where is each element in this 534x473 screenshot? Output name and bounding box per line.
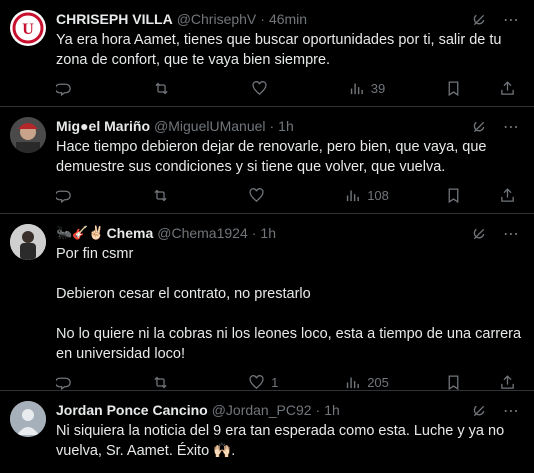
tweet[interactable]: Jordan Ponce Cancino @Jordan_PC92 · 1h ⋯… [0,391,534,473]
grok-icon[interactable] [470,225,488,243]
separator-dot: · [260,11,265,27]
timestamp[interactable]: 1h [324,402,340,418]
views-count: 39 [370,80,386,96]
bookmark-icon [445,374,462,391]
timestamp[interactable]: 1h [278,118,294,134]
avatar[interactable] [10,401,46,437]
bookmark-icon [445,80,462,97]
grok-icon[interactable] [470,402,488,420]
avatar[interactable] [10,224,46,260]
share-icon [499,187,516,204]
like-count: 1 [271,374,279,390]
bookmark-button[interactable] [445,374,485,391]
bookmark-button[interactable] [445,80,485,97]
tweet-text: Ni siquiera la noticia del 9 era tan esp… [56,423,509,459]
share-icon [499,80,516,97]
like-icon [248,374,265,391]
tweet-text: Por fin csmr Debieron cesar el contrato,… [56,246,522,362]
like-button[interactable] [251,80,291,97]
like-button[interactable]: 1 [248,374,288,391]
separator-dot: · [251,225,257,241]
share-button[interactable] [499,187,516,204]
views-count: 205 [367,374,389,390]
views-button[interactable]: 39 [348,80,388,97]
avatar[interactable]: U [10,10,46,46]
svg-text:U: U [22,21,34,38]
author-handle[interactable]: @Jordan_PC92 [212,402,312,418]
reply-button[interactable] [56,80,96,97]
timestamp[interactable]: 46min [269,11,307,27]
tweet-text: Ya era hora Aamet, tienes que buscar opo… [56,32,506,68]
timestamp[interactable]: 1h [260,225,276,241]
tweet[interactable]: U CHRISEPH VILLA @ChrisephV · 46min ⋯ Ya… [0,0,534,107]
more-icon[interactable]: ⋯ [502,402,520,420]
views-button[interactable]: 205 [344,374,389,391]
share-button[interactable] [499,80,516,97]
grok-icon[interactable] [470,118,488,136]
separator-dot: · [315,402,321,418]
author-handle[interactable]: @ChrisephV [177,11,257,27]
reply-button[interactable] [56,374,96,391]
name-emoji: 🐜🎸✌🏻 [56,225,105,240]
like-icon [251,80,268,97]
reply-icon [56,374,73,391]
like-icon [248,187,265,204]
bookmark-icon [445,187,462,204]
views-icon [348,80,365,97]
tweet[interactable]: Mig●el Mariño @MiguelUManuel · 1h ⋯ Hace… [0,107,534,214]
bookmark-button[interactable] [445,187,485,204]
like-button[interactable] [248,187,288,204]
grok-icon[interactable] [470,11,488,29]
retweet-icon [152,187,169,204]
more-icon[interactable]: ⋯ [502,118,520,136]
views-icon [344,374,361,391]
author-name[interactable]: CHRISEPH VILLA [56,11,173,27]
more-icon[interactable]: ⋯ [502,225,520,243]
reply-button[interactable] [56,187,96,204]
reply-icon [56,187,73,204]
retweet-button[interactable] [152,374,192,391]
tweet-text: Hace tiempo debieron dejar de renovarle,… [56,139,491,175]
share-button[interactable] [499,374,516,391]
retweet-icon [153,80,170,97]
author-handle[interactable]: @Chema1924 [157,225,248,241]
retweet-icon [152,374,169,391]
retweet-button[interactable] [153,80,193,97]
more-icon[interactable]: ⋯ [502,11,520,29]
retweet-button[interactable] [152,187,192,204]
tweet[interactable]: 🐜🎸✌🏻 Chema @Chema1924 · 1h ⋯ Por fin csm… [0,214,534,391]
author-name[interactable]: Jordan Ponce Cancino [56,402,208,418]
views-icon [344,187,361,204]
reply-icon [56,80,73,97]
views-count: 108 [367,187,389,203]
author-name[interactable]: Chema [107,225,154,241]
views-button[interactable]: 108 [344,187,389,204]
avatar[interactable] [10,117,46,153]
author-handle[interactable]: @MiguelUManuel [154,118,265,134]
share-icon [499,374,516,391]
separator-dot: · [269,118,275,134]
author-name[interactable]: Mig●el Mariño [56,118,150,134]
